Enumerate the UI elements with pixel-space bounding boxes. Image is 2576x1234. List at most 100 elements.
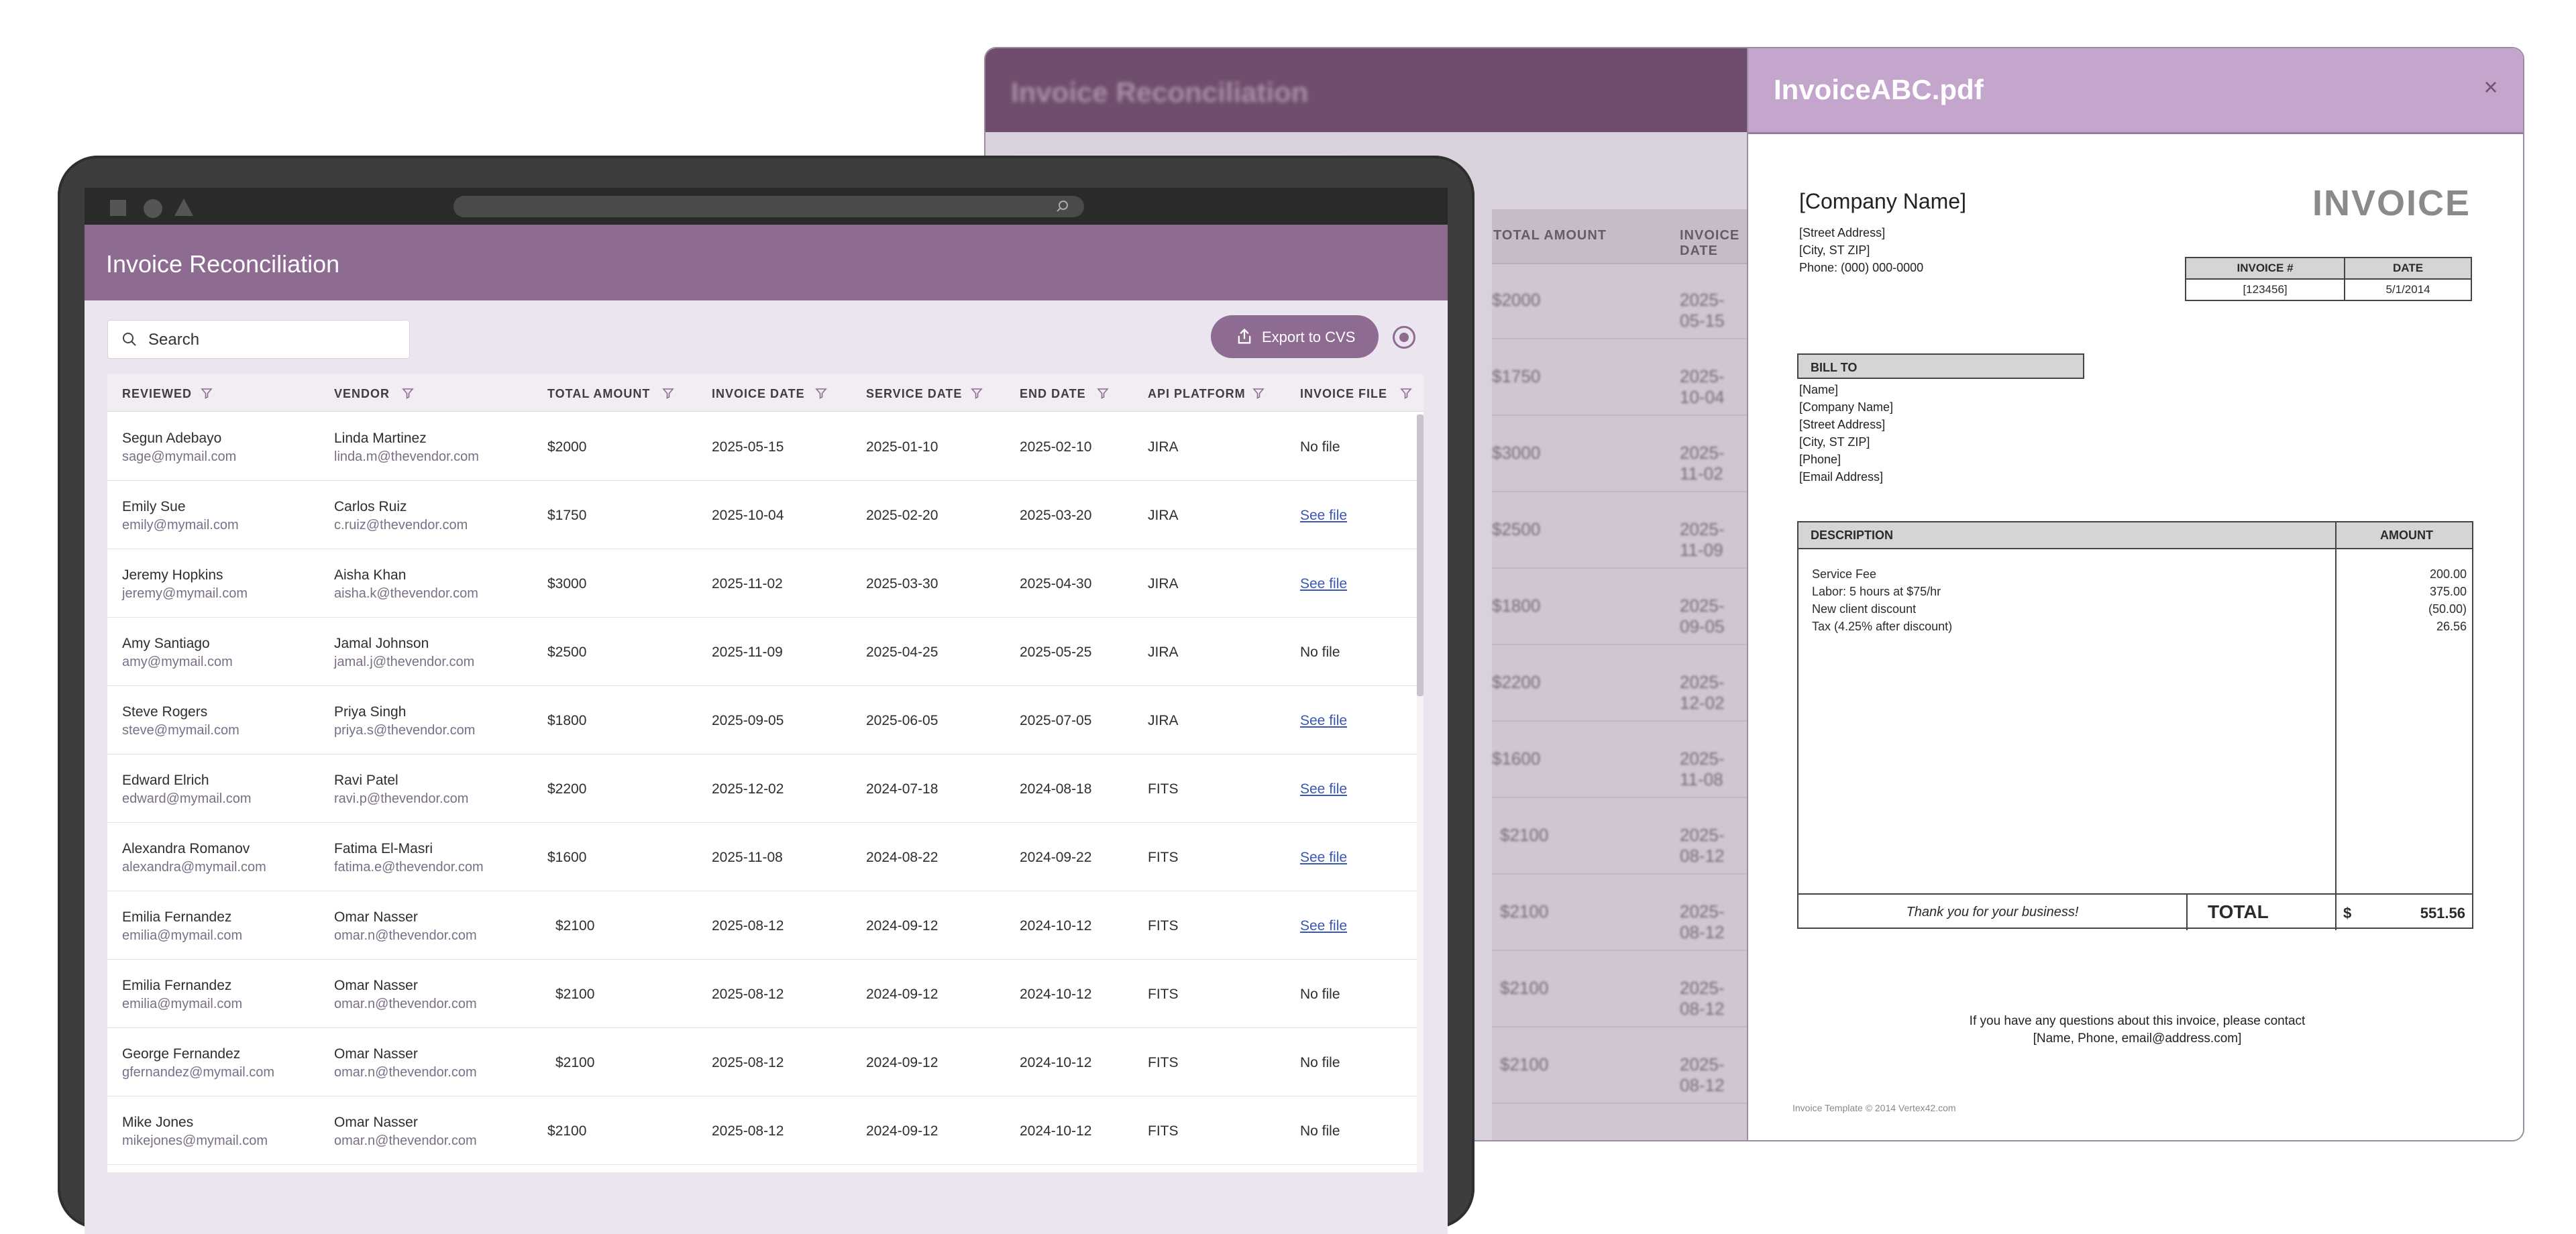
invoice-date: 2025-09-05 (712, 713, 784, 728)
filter-icon[interactable] (661, 386, 675, 400)
bill-to-line: [Company Name] (1799, 400, 1894, 414)
bill-to-lines: [Name] [Company Name] [Street Address] [… (1799, 381, 1893, 486)
scrollbar[interactable] (1417, 414, 1424, 1172)
totals-divider (1799, 893, 2472, 895)
invoice-item-amounts: 200.00 375.00 (50.00) 26.56 (2428, 565, 2467, 635)
background-amount: $1600 (1492, 748, 1541, 769)
see-file-link[interactable]: See file (1300, 713, 1347, 729)
see-file-link[interactable]: See file (1300, 576, 1347, 592)
invoice-date: 2025-11-02 (712, 576, 783, 592)
bill-to-line: [Name] (1799, 383, 1839, 396)
table-row[interactable]: George Fernandez gfernandez@mymail.com Oma… (107, 1027, 1424, 1097)
vendor-email: jamal.j@thevendor.com (334, 655, 475, 669)
filter-icon[interactable] (1096, 386, 1110, 400)
filter-icon[interactable] (401, 386, 415, 400)
total-currency: $ (2343, 905, 2352, 921)
close-icon[interactable]: × (2477, 74, 2504, 101)
service-date: 2025-03-30 (866, 576, 938, 592)
reviewer-email: gfernandez@mymail.com (122, 1065, 275, 1080)
triangle-icon (174, 199, 193, 216)
background-row-divider (1492, 873, 1747, 875)
reviewer-email: alexandra@mymail.com (122, 860, 266, 875)
background-amount: $2500 (1492, 519, 1541, 539)
api-platform: JIRA (1148, 644, 1179, 660)
filter-icon[interactable] (1252, 386, 1265, 400)
vendor-email: priya.s@thevendor.com (334, 723, 476, 738)
vendor-email: linda.m@thevendor.com (334, 449, 479, 464)
api-platform: JIRA (1148, 439, 1179, 455)
bill-to-label: BILL TO (1797, 353, 2084, 379)
settings-radio-icon[interactable] (1393, 326, 1415, 349)
end-date: 2024-10-12 (1020, 1055, 1092, 1070)
background-date: 2025-11-08 (1680, 748, 1725, 789)
invoice-items-table: DESCRIPTION AMOUNT Service Fee Labor: 5 … (1797, 521, 2473, 930)
background-date: 2025-08-12 (1680, 978, 1725, 1019)
invoice-date: 2025-08-12 (712, 1123, 784, 1139)
end-date: 2025-05-25 (1020, 644, 1092, 660)
filter-icon[interactable] (814, 386, 828, 400)
background-row-divider (1492, 950, 1747, 951)
service-date: 2024-07-18 (866, 781, 938, 797)
invoice-contact: If you have any questions about this inv… (1799, 1013, 2475, 1048)
service-date: 2025-01-10 (866, 439, 938, 455)
see-file-link[interactable]: See file (1300, 781, 1347, 797)
background-date: 2025-10-04 (1680, 366, 1725, 407)
reviewer-name: George Fernandez (122, 1046, 241, 1062)
total-amount: $2100 (555, 1055, 595, 1070)
template-credit: Invoice Template © 2014 Vertex42.com (1792, 1103, 1956, 1113)
thank-you-note: Thank you for your business! (1906, 905, 2079, 919)
vendor-name: Linda Martinez (334, 431, 427, 446)
address-bar[interactable] (453, 196, 1084, 217)
api-platform: FITS (1148, 781, 1179, 797)
table-row[interactable]: Mike Jones mikejones@mymail.com Omar Nasse… (107, 1096, 1424, 1165)
filter-icon[interactable] (200, 386, 213, 400)
bill-to-line: [Email Address] (1799, 470, 1884, 484)
table-row[interactable]: Amy Santiago amy@mymail.com Jamal Johnson j… (107, 617, 1424, 686)
background-date: 2025-08-12 (1680, 825, 1725, 866)
reviewer-name: Mike Jones (122, 1115, 194, 1130)
circle-icon (144, 199, 162, 218)
service-date: 2024-09-12 (866, 1055, 938, 1070)
totals-column-divider (2186, 893, 2188, 930)
search-input[interactable]: Search (107, 320, 410, 359)
filter-icon[interactable] (1399, 386, 1413, 400)
export-label: Export to CVS (1262, 329, 1356, 345)
address-line: [City, ST ZIP] (1799, 243, 1870, 257)
service-date: 2024-09-12 (866, 1123, 938, 1139)
table-row[interactable]: Alexandra Romanov alexandra@mymail.com Fat… (107, 822, 1424, 891)
table-row[interactable]: Emilia Fernandez emilia@mymail.com Omar Na… (107, 891, 1424, 960)
table-row[interactable]: Segun Adebayo sage@mymail.com Linda Martin… (107, 412, 1424, 481)
col-service-date: SERVICE DATE (866, 387, 963, 400)
reviewer-email: sage@mymail.com (122, 449, 237, 464)
see-file-link[interactable]: See file (1300, 850, 1347, 866)
table-row[interactable]: Edward Elrich edward@mymail.com Ravi Patel… (107, 754, 1424, 823)
table-row[interactable]: Emilia Fernandez emilia@mymail.com Omar Na… (107, 959, 1424, 1028)
invoice-date: 2025-11-09 (712, 644, 783, 660)
item-description: Service Fee (1812, 567, 1877, 581)
background-table-header: TOTAL AMOUNT INVOICE DATE (1492, 209, 1747, 264)
vendor-email: c.ruiz@thevendor.com (334, 518, 468, 532)
vendor-name: Omar Nasser (334, 978, 418, 993)
vendor-email: omar.n@thevendor.com (334, 997, 477, 1011)
see-file-link[interactable]: See file (1300, 918, 1347, 934)
total-amount: $1800 (547, 713, 587, 728)
vendor-email: fatima.e@thevendor.com (334, 860, 484, 875)
bill-to-line: [Phone] (1799, 453, 1841, 466)
filter-icon[interactable] (970, 386, 983, 400)
table-row[interactable]: Emily Sue emily@mymail.com Carlos Ruiz c.ru… (107, 480, 1424, 549)
background-amount: $2100 (1500, 901, 1549, 921)
table-row[interactable]: Jeremy Hopkins jeremy@mymail.com Aisha Kha… (107, 549, 1424, 618)
background-row-divider (1492, 720, 1747, 722)
scrollbar-thumb[interactable] (1417, 414, 1424, 696)
reviewer-name: Alexandra Romanov (122, 841, 250, 856)
see-file-link[interactable]: See file (1300, 508, 1347, 524)
service-date: 2025-06-05 (866, 713, 938, 728)
export-button[interactable]: Export to CVS (1211, 315, 1379, 358)
reviewer-name: Segun Adebayo (122, 431, 222, 446)
search-icon (123, 333, 136, 346)
service-date: 2025-04-25 (866, 644, 938, 660)
background-date: 2025-11-02 (1680, 443, 1725, 484)
table-row[interactable]: Steve Rogers steve@mymail.com Priya Singh p… (107, 685, 1424, 754)
vendor-name: Aisha Khan (334, 567, 407, 583)
amount-header: AMOUNT (2380, 528, 2433, 542)
